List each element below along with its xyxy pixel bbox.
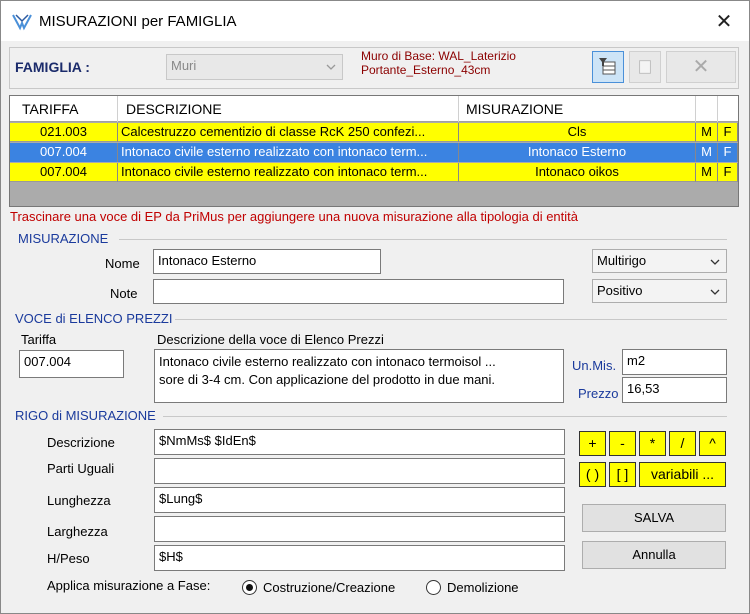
header-divider: [458, 96, 459, 122]
op-divide-button[interactable]: /: [669, 431, 696, 456]
close-icon: ✕: [692, 56, 710, 78]
radio-costruzione-label: Costruzione/Creazione: [263, 580, 396, 595]
note-label: Note: [110, 286, 138, 301]
cell-misurazione: Intonaco Esterno: [459, 143, 696, 162]
chevron-down-icon: [710, 259, 720, 265]
annulla-button[interactable]: Annulla: [582, 541, 726, 569]
table-row[interactable]: 021.003 Calcestruzzo cementizio di class…: [10, 123, 738, 142]
table-header: TARIFFA DESCRIZIONE MISURAZIONE: [10, 96, 738, 122]
famiglia-info-line1: Muro di Base: WAL_Laterizio: [361, 49, 516, 63]
larghezza-input[interactable]: [154, 516, 565, 542]
descrizione-label: Descrizione: [47, 435, 115, 450]
descr-ep-line2: sore di 3-4 cm. Con applicazione del pro…: [159, 372, 496, 387]
paste-button[interactable]: [629, 51, 661, 83]
filter-table-icon: [599, 58, 616, 75]
tariffa-input[interactable]: 007.004: [19, 350, 124, 378]
section-misurazione: MISURAZIONE: [18, 231, 109, 246]
famiglia-info: Muro di Base: WAL_Laterizio Portante_Est…: [361, 49, 516, 77]
parti-uguali-input[interactable]: [154, 458, 565, 484]
cell-tariffa: 007.004: [10, 143, 118, 162]
op-parentheses-button[interactable]: ( ): [579, 462, 606, 487]
segno-select-value: Positivo: [597, 283, 643, 298]
famiglia-select[interactable]: Muri: [166, 54, 343, 80]
table-row-selected[interactable]: 007.004 Intonaco civile esterno realizza…: [10, 143, 738, 162]
header-divider: [695, 96, 696, 122]
header-tariffa: TARIFFA: [22, 101, 79, 117]
drag-hint: Trascinare una voce di EP da PriMus per …: [10, 209, 579, 224]
header-divider: [117, 96, 118, 122]
op-plus-button[interactable]: +: [579, 431, 606, 456]
cell-descrizione: Calcestruzzo cementizio di classe RcK 25…: [118, 123, 459, 142]
filter-button[interactable]: [592, 51, 624, 83]
window-title: MISURAZIONI per FAMIGLIA: [39, 13, 237, 30]
hpeso-label: H/Peso: [47, 551, 90, 566]
cell-descrizione: Intonaco civile esterno realizzato con i…: [118, 163, 459, 182]
delete-button[interactable]: ✕: [666, 51, 736, 83]
descr-ep-textarea[interactable]: Intonaco civile esterno realizzato con i…: [154, 349, 564, 403]
cell-tariffa: 007.004: [10, 163, 118, 182]
cell-f: F: [718, 143, 738, 162]
header-descrizione: DESCRIZIONE: [126, 101, 222, 117]
chevron-down-icon: [326, 64, 336, 70]
cell-m: M: [696, 163, 718, 182]
variabili-button[interactable]: variabili ...: [639, 462, 726, 487]
prezzo-label: Prezzo: [578, 386, 619, 401]
app-logo-icon: [12, 14, 32, 31]
section-voce: VOCE di ELENCO PREZZI: [15, 311, 173, 326]
cell-f: F: [718, 123, 738, 142]
radio-demolizione[interactable]: [426, 580, 441, 595]
op-minus-button[interactable]: -: [609, 431, 636, 456]
radio-demolizione-label: Demolizione: [447, 580, 519, 595]
famiglia-info-line2: Portante_Esterno_43cm: [361, 63, 491, 77]
cell-misurazione: Cls: [459, 123, 696, 142]
document-icon: [639, 60, 651, 74]
hpeso-input[interactable]: $H$: [154, 545, 565, 571]
cell-descrizione: Intonaco civile esterno realizzato con i…: [118, 143, 459, 162]
note-input[interactable]: [153, 279, 564, 304]
divider: [119, 239, 727, 240]
parti-uguali-label: Parti Uguali: [47, 461, 115, 476]
tipo-select-value: Multirigo: [597, 253, 647, 268]
cell-tariffa: 021.003: [10, 123, 118, 142]
dialog-window: MISURAZIONI per FAMIGLIA ✕ FAMIGLIA : Mu…: [0, 0, 750, 614]
op-power-button[interactable]: ^: [699, 431, 726, 456]
misurazioni-table: TARIFFA DESCRIZIONE MISURAZIONE 021.003 …: [9, 95, 739, 207]
divider: [175, 319, 727, 320]
tipo-select[interactable]: Multirigo: [592, 249, 727, 273]
tariffa-label: Tariffa: [21, 332, 57, 347]
famiglia-label: FAMIGLIA :: [15, 59, 90, 75]
cell-m: M: [696, 143, 718, 162]
famiglia-select-value: Muri: [171, 58, 197, 73]
segno-select[interactable]: Positivo: [592, 279, 727, 303]
divider: [163, 416, 727, 417]
nome-input[interactable]: Intonaco Esterno: [153, 249, 381, 274]
descr-ep-label: Descrizione della voce di Elenco Prezzi: [157, 332, 384, 347]
lunghezza-input[interactable]: $Lung$: [154, 487, 565, 513]
prezzo-input[interactable]: 16,53: [622, 377, 727, 403]
lunghezza-label: Lunghezza: [47, 493, 111, 508]
salva-button[interactable]: SALVA: [582, 504, 726, 532]
header-misurazione: MISURAZIONE: [466, 101, 564, 117]
um-label: Un.Mis.: [572, 358, 617, 373]
fase-label: Applica misurazione a Fase:: [47, 578, 211, 593]
larghezza-label: Larghezza: [47, 524, 108, 539]
descr-ep-line1: Intonaco civile esterno realizzato con i…: [159, 354, 496, 369]
section-rigo: RIGO di MISURAZIONE: [15, 408, 156, 423]
op-brackets-button[interactable]: [ ]: [609, 462, 636, 487]
table-row[interactable]: 007.004 Intonaco civile esterno realizza…: [10, 163, 738, 182]
cell-misurazione: Intonaco oikos: [459, 163, 696, 182]
op-multiply-button[interactable]: *: [639, 431, 666, 456]
nome-label: Nome: [105, 256, 140, 271]
chevron-down-icon: [710, 289, 720, 295]
title-bar: MISURAZIONI per FAMIGLIA ✕: [1, 1, 749, 41]
close-icon[interactable]: ✕: [713, 9, 735, 34]
radio-costruzione[interactable]: [242, 580, 257, 595]
header-divider: [717, 96, 718, 122]
cell-m: M: [696, 123, 718, 142]
um-input[interactable]: m2: [622, 349, 727, 375]
descrizione-input[interactable]: $NmMs$ $IdEn$: [154, 429, 565, 455]
cell-f: F: [718, 163, 738, 182]
